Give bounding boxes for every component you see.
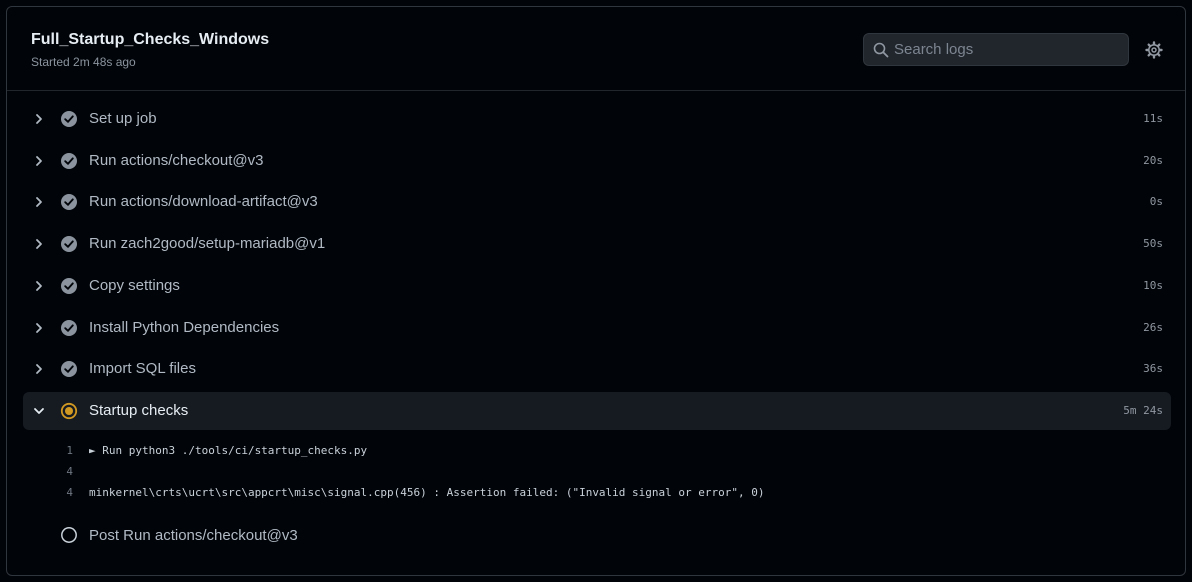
chevron-right-icon[interactable] <box>33 155 45 167</box>
search-logs-input[interactable] <box>894 34 1124 65</box>
step-row[interactable]: Install Python Dependencies 26s <box>23 309 1171 347</box>
pending-circle-icon <box>61 527 77 543</box>
job-started-time: Started 2m 48s ago <box>31 55 136 69</box>
chevron-right-icon[interactable] <box>33 196 45 208</box>
chevron-right-icon[interactable] <box>33 280 45 292</box>
step-duration: 50s <box>1143 237 1163 251</box>
in-progress-icon <box>60 402 78 419</box>
step-duration: 5m 24s <box>1123 403 1163 417</box>
post-step-name: Post Run actions/checkout@v3 <box>89 527 298 544</box>
step-row[interactable]: Startup checks 5m 24s <box>23 391 1171 430</box>
job-log-panel: Full_Startup_Checks_Windows Started 2m 4… <box>6 6 1186 576</box>
step-name: Run actions/download-artifact@v3 <box>89 193 318 211</box>
log-line-number[interactable]: 4 <box>59 465 73 478</box>
log-line: 1 ► Run python3 ./tools/ci/startup_checks… <box>7 444 1185 462</box>
step-duration: 26s <box>1143 320 1163 334</box>
search-icon <box>873 42 889 58</box>
step-name: Install Python Dependencies <box>89 318 280 336</box>
step-row[interactable]: Import SQL files 36s <box>23 350 1171 388</box>
step-row[interactable]: Run actions/download-artifact@v3 0s <box>23 183 1171 221</box>
step-row[interactable]: Run zach2good/setup-mariadb@v1 50s <box>23 225 1171 263</box>
check-circle-icon <box>61 361 77 378</box>
check-circle-icon <box>61 277 77 294</box>
chevron-down-icon[interactable] <box>33 405 45 417</box>
step-name: Copy settings <box>89 276 180 294</box>
log-line: 4 minkernel\crts\ucrt\src\appcrt\misc\sig… <box>7 486 1185 504</box>
step-duration: 11s <box>1143 112 1163 125</box>
log-line-text: minkernel\crts\ucrt\src\appcrt\misc\sign… <box>89 486 765 499</box>
step-row[interactable]: Set up job 11s <box>23 100 1171 138</box>
log-line-number[interactable]: 1 <box>59 444 73 457</box>
gear-icon[interactable] <box>1145 41 1163 59</box>
check-circle-icon <box>61 236 77 253</box>
check-circle-icon <box>61 319 77 336</box>
chevron-right-icon[interactable] <box>33 238 45 250</box>
step-name: Import SQL files <box>89 360 196 378</box>
log-line-text: ► Run python3 ./tools/ci/startup_checks.… <box>89 444 368 457</box>
step-row[interactable]: Copy settings 10s <box>23 267 1171 305</box>
check-circle-icon <box>61 152 77 169</box>
step-duration: 10s <box>1143 278 1163 292</box>
step-row[interactable]: Run actions/checkout@v3 20s <box>23 142 1171 180</box>
chevron-right-icon[interactable] <box>33 363 45 375</box>
step-duration: 36s <box>1143 362 1163 376</box>
step-name: Set up job <box>89 110 157 127</box>
job-header: Full_Startup_Checks_Windows Started 2m 4… <box>7 7 1185 91</box>
step-name: Run zach2good/setup-mariadb@v1 <box>89 235 326 253</box>
post-step-row[interactable]: Post Run actions/checkout@v3 <box>23 520 1171 552</box>
step-duration: 0s <box>1149 195 1163 209</box>
chevron-right-icon[interactable] <box>33 322 45 334</box>
log-line-number[interactable]: 4 <box>59 486 73 499</box>
search-box[interactable] <box>863 33 1129 66</box>
step-name: Startup checks <box>89 401 189 419</box>
check-circle-icon <box>61 111 77 127</box>
step-duration: 20s <box>1143 153 1163 167</box>
step-name: Run actions/checkout@v3 <box>89 151 264 169</box>
job-title: Full_Startup_Checks_Windows <box>31 31 270 48</box>
chevron-right-icon[interactable] <box>33 113 45 125</box>
check-circle-icon <box>61 194 77 211</box>
log-line: 4 <box>7 465 1185 483</box>
